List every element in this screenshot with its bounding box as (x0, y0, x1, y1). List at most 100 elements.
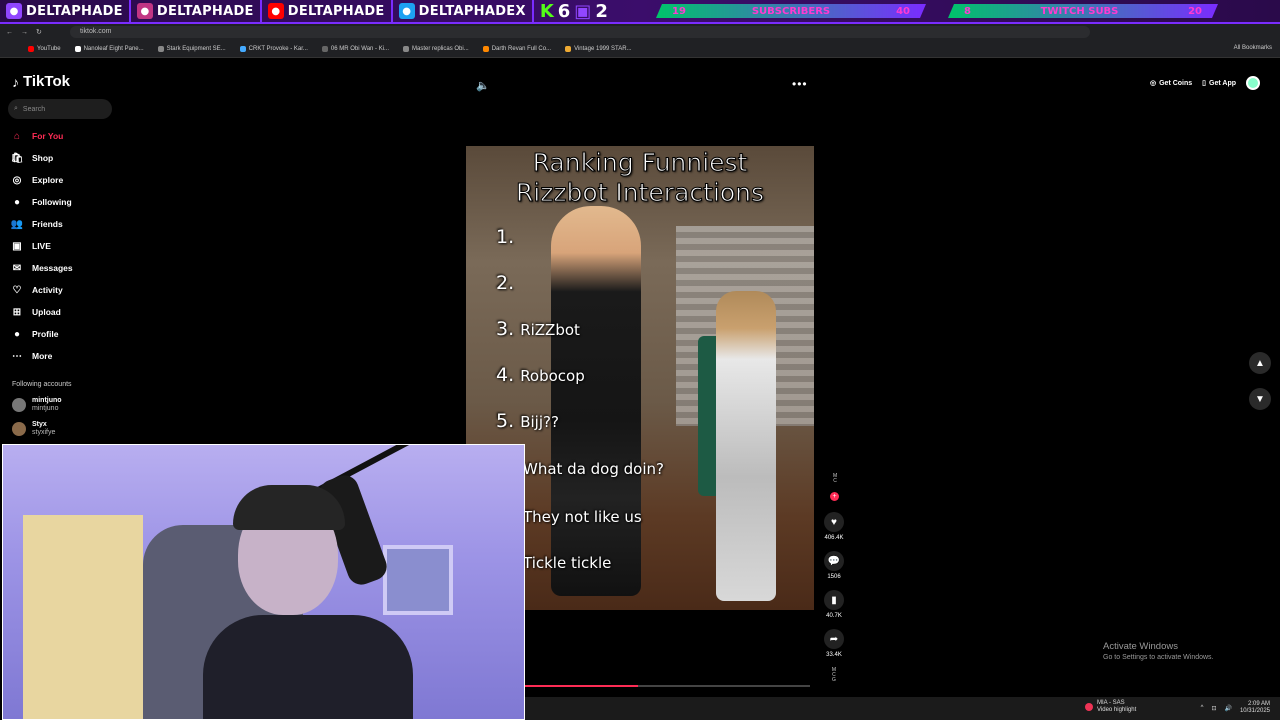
rank-number: 2. (496, 272, 515, 294)
bookmark-item[interactable]: YouTube (28, 45, 61, 52)
comment-icon: 💬 (824, 551, 844, 571)
twitch-subs-goal: 20 (1188, 5, 1202, 17)
sidebar-item-label: Explore (32, 175, 64, 185)
social-handle-text: DELTAPHADE (26, 3, 123, 19)
account-item[interactable]: Styx styxifye (12, 421, 55, 437)
search-icon: ⌕ (14, 105, 18, 112)
stream-overlay-banner: ● DELTAPHADE ● DELTAPHADE ● DELTAPHADE ● DELTAP… (0, 0, 1280, 24)
creator-avatar[interactable]: MC + (824, 474, 844, 504)
tray-chevron-icon[interactable]: ^ (1201, 705, 1204, 711)
rank-item: 2. (496, 272, 514, 294)
sidebar-item-friends[interactable]: 👥 Friends (10, 213, 120, 235)
taskbar-notification[interactable]: MIA - SAS Video highlight (1085, 700, 1136, 714)
bookmark-label: Vintage 1999 STAR... (574, 45, 632, 52)
video-title-line2: Rizzbot Interactions (515, 178, 765, 208)
sidebar-item-label: Messages (32, 263, 73, 273)
account-name: mintjuno (32, 397, 62, 404)
comment-button[interactable]: 💬 1506 (824, 551, 844, 580)
bookmark-item[interactable]: Darth Revan Full Co... (482, 45, 552, 52)
sidebar-item-activity[interactable]: ♡ Activity (10, 279, 120, 301)
all-bookmarks-button[interactable]: All Bookmarks (1234, 45, 1272, 51)
sidebar-item-label: Shop (32, 153, 54, 163)
account-item[interactable]: mintjuno mintjuno (12, 397, 62, 413)
bookmark-favicon-icon (74, 45, 81, 52)
rank-number: 1. (496, 226, 515, 248)
follow-plus-icon[interactable]: + (830, 492, 839, 501)
bookmark-favicon-icon (157, 45, 164, 52)
get-app-button[interactable]: ▯ Get App (1202, 79, 1236, 88)
sidebar-item-more[interactable]: ⋯ More (10, 345, 120, 367)
compass-icon: ◎ (12, 174, 22, 186)
back-icon[interactable]: ← (6, 29, 13, 36)
sidebar-item-profile[interactable]: ● Profile (10, 323, 120, 345)
video-title: Ranking Funniest Rizzbot Interactions (466, 148, 814, 208)
sidebar-item-label: More (32, 351, 53, 361)
video-action-bar: MC + ♥ 406.4K 💬 1506 ▮ 40.7K ➦ 33.4K MCG (822, 474, 846, 683)
more-icon: ⋯ (12, 350, 22, 362)
sidebar-item-live[interactable]: ▣ LIVE (10, 235, 120, 257)
activate-title: Activate Windows (1103, 641, 1178, 652)
like-button[interactable]: ♥ 406.4K (824, 512, 844, 541)
comment-count: 1506 (827, 574, 841, 580)
previous-video-button[interactable]: ▲ (1249, 352, 1271, 374)
search-placeholder: Search (22, 105, 46, 113)
subs-goal: 40 (896, 5, 910, 17)
avatar (12, 398, 26, 412)
save-button[interactable]: ▮ 40.7K (824, 590, 844, 619)
next-video-button[interactable]: ▼ (1249, 388, 1271, 410)
bookmark-item[interactable]: Stark Equipment SE... (157, 45, 226, 52)
music-disc-icon[interactable]: MCG (832, 668, 836, 683)
get-app-label: Get App (1209, 79, 1236, 87)
sidebar-item-messages[interactable]: ✉ Messages (10, 257, 120, 279)
reload-icon[interactable]: ↻ (36, 28, 42, 36)
bookmark-label: Darth Revan Full Co... (491, 45, 552, 52)
sidebar-item-explore[interactable]: ◎ Explore (10, 169, 120, 191)
following-accounts-title: Following accounts (12, 381, 72, 388)
bookmark-item[interactable]: Vintage 1999 STAR... (565, 45, 632, 52)
platform-counts: K 6 ▣ 2 (534, 1, 608, 22)
more-options-icon[interactable]: ••• (792, 77, 808, 91)
video-caption: They not like us (523, 508, 642, 526)
share-count: 33.4K (826, 652, 842, 658)
social-handle: ● DELTAPHADE (262, 0, 393, 22)
heart-icon: ♥ (824, 512, 844, 532)
get-coins-button[interactable]: ◎ Get Coins (1150, 79, 1192, 88)
forward-icon[interactable]: → (21, 29, 28, 36)
bookmark-item[interactable]: Nanoleaf Eight Pane... (74, 45, 144, 52)
rank-number: 4. (496, 364, 515, 386)
tiktok-logo[interactable]: ♪ TikTok (12, 73, 70, 90)
bookmark-favicon-icon (482, 45, 489, 52)
address-bar[interactable]: tiktok.com (70, 26, 1090, 38)
sidebar-item-for-you[interactable]: ⌂ For You (10, 125, 120, 147)
sidebar-item-label: For You (32, 131, 64, 141)
bookmark-item[interactable]: 06 MR Obi Wan - Ki... (321, 45, 390, 52)
instagram-icon: ● (136, 3, 153, 19)
bookmark-label: 06 MR Obi Wan - Ki... (330, 45, 390, 52)
sidebar-item-shop[interactable]: 🛍 Shop (10, 147, 120, 169)
twitch-icon: ● (6, 3, 22, 19)
volume-icon[interactable]: 🔈 (476, 79, 490, 92)
share-button[interactable]: ➦ 33.4K (824, 629, 844, 658)
sidebar-item-following[interactable]: ● Following (10, 191, 120, 213)
webcam-streamer (203, 485, 413, 719)
profile-avatar[interactable] (1246, 76, 1260, 90)
coin-icon: ◎ (1150, 80, 1157, 87)
sidebar-item-label: Upload (32, 307, 61, 317)
network-icon[interactable]: ⊡ (1211, 705, 1216, 712)
bookmark-item[interactable]: Master replicas Obi... (403, 45, 469, 52)
bookmark-label: Stark Equipment SE... (166, 45, 226, 52)
sidebar-item-upload[interactable]: ⊞ Upload (10, 301, 120, 323)
social-handle-text: DELTAPHADE (287, 3, 385, 19)
webcam-door (23, 515, 143, 719)
notification-avatar (1085, 703, 1093, 711)
bookmark-label: Master replicas Obi... (412, 45, 469, 52)
sidebar-item-label: Following (32, 197, 72, 207)
clock[interactable]: 2:09 AM 10/31/2025 (1240, 701, 1270, 715)
social-handle: ● DELTAPHADE (0, 0, 131, 22)
bookmark-favicon-icon (565, 45, 572, 52)
search-input[interactable]: ⌕ Search (8, 99, 112, 119)
bookmarks-bar: YouTube Nanoleaf Eight Pane... Stark Equip… (0, 40, 1280, 58)
rank-number: 3. (496, 318, 515, 340)
volume-tray-icon[interactable]: 🔊 (1224, 705, 1231, 712)
bookmark-item[interactable]: CRKT Provoke - Kar... (239, 45, 308, 52)
